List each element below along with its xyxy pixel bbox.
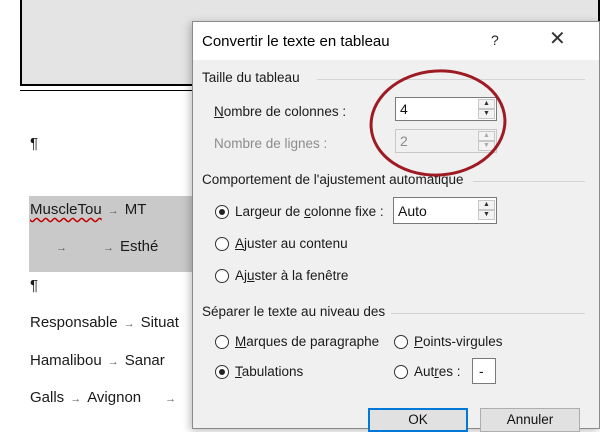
column-width-spinner[interactable]: Auto ▲ ▼ xyxy=(393,197,497,224)
label-text: Largeur de xyxy=(235,204,305,219)
radio-selected-dot xyxy=(219,369,225,375)
label-text: juster au contenu xyxy=(244,236,348,251)
autofit-contents-label[interactable]: Ajuster au contenu xyxy=(235,236,348,251)
document-cell-text: Avignon xyxy=(87,389,142,406)
label-accesskey: P xyxy=(414,334,424,349)
autofit-contents-radio[interactable] xyxy=(215,237,229,251)
label-text: es : xyxy=(438,364,461,379)
semicolons-radio[interactable] xyxy=(394,335,408,349)
document-cell-text: MT xyxy=(124,201,147,218)
rows-count-label: Nombre de lignes : xyxy=(214,136,328,151)
table-size-group-label: Taille du tableau xyxy=(202,70,300,85)
tab-mark: → xyxy=(123,318,135,330)
annotation-ellipse xyxy=(369,69,507,177)
document-cell-text: Esthé xyxy=(120,238,159,255)
tab-mark: → xyxy=(165,393,177,405)
columns-count-label-accesskey: N xyxy=(214,104,224,119)
columns-count-label: Nombre de colonnes : xyxy=(214,104,346,119)
document-line: Responsable → Situat xyxy=(30,314,179,331)
tab-mark: → xyxy=(107,205,119,217)
fixed-column-width-radio[interactable] xyxy=(215,205,229,219)
paragraph-marks-label[interactable]: Marques de paragraphe xyxy=(235,334,379,349)
help-button[interactable]: ? xyxy=(491,32,499,48)
document-cell-text: Situat xyxy=(140,314,179,331)
label-accesskey: T xyxy=(235,364,242,379)
fixed-column-width-label[interactable]: Largeur de colonne fixe : xyxy=(235,204,384,219)
columns-count-label-text: ombre de colonnes : xyxy=(223,104,347,119)
label-text: Aj xyxy=(235,268,248,283)
tab-mark: → xyxy=(56,242,67,254)
document-line: Galls → Avignon → xyxy=(30,389,182,406)
spinner-buttons: ▲ ▼ xyxy=(478,200,495,220)
tabs-radio[interactable] xyxy=(215,365,229,379)
tab-mark: → xyxy=(70,393,82,405)
other-separator-input[interactable]: - xyxy=(472,358,496,384)
document-cell-text: Responsable xyxy=(30,314,118,331)
tabs-label[interactable]: Tabulations xyxy=(235,364,303,379)
paragraph-mark: ¶ xyxy=(30,277,39,294)
label-text: arques de paragraphe xyxy=(246,334,380,349)
spin-up-icon[interactable]: ▲ xyxy=(478,200,495,210)
group-separator xyxy=(473,181,585,182)
document-line: Hamalibou → Sanar xyxy=(30,352,165,369)
radio-selected-dot xyxy=(219,209,225,215)
dialog-title: Convertir le texte en tableau xyxy=(202,33,390,50)
close-icon[interactable]: ✕ xyxy=(549,29,566,49)
label-text: oints-virgules xyxy=(423,334,503,349)
group-separator xyxy=(391,313,585,314)
document-cell-text: Galls xyxy=(30,389,65,406)
other-separator-label[interactable]: Autres : xyxy=(414,364,461,379)
label-text: ster à la fenêtre xyxy=(254,268,349,283)
autofit-window-radio[interactable] xyxy=(215,269,229,283)
label-text: olonne fixe : xyxy=(310,204,384,219)
document-line: MuscleTou → MT xyxy=(30,201,146,218)
document-cell-text: MuscleTou xyxy=(30,201,102,218)
label-accesskey: A xyxy=(235,236,245,251)
dialog-titlebar[interactable]: Convertir le texte en tableau ? ✕ xyxy=(193,22,599,60)
column-width-value: Auto xyxy=(398,203,427,219)
ok-button[interactable]: OK xyxy=(368,408,468,432)
label-text: abulations xyxy=(241,364,304,379)
label-accesskey: M xyxy=(235,334,247,349)
label-accesskey: c xyxy=(304,204,311,219)
document-cell-text: Hamalibou xyxy=(30,352,102,369)
separate-text-group-label: Séparer le texte au niveau des xyxy=(202,304,386,319)
autofit-window-label[interactable]: Ajuster à la fenêtre xyxy=(235,268,348,283)
document-line: → → Esthé xyxy=(30,238,158,255)
tab-mark: → xyxy=(103,242,114,254)
label-text: Aut xyxy=(414,364,435,379)
semicolons-label[interactable]: Points-virgules xyxy=(414,334,503,349)
document-cell-text: Sanar xyxy=(124,352,165,369)
label-accesskey: u xyxy=(247,268,255,283)
spin-down-icon[interactable]: ▼ xyxy=(478,210,495,220)
tab-mark: → xyxy=(107,356,119,368)
paragraph-mark: ¶ xyxy=(30,135,39,152)
cancel-button[interactable]: Annuler xyxy=(480,408,580,432)
other-separator-radio[interactable] xyxy=(394,365,408,379)
paragraph-marks-radio[interactable] xyxy=(215,335,229,349)
other-separator-value: - xyxy=(479,363,484,379)
